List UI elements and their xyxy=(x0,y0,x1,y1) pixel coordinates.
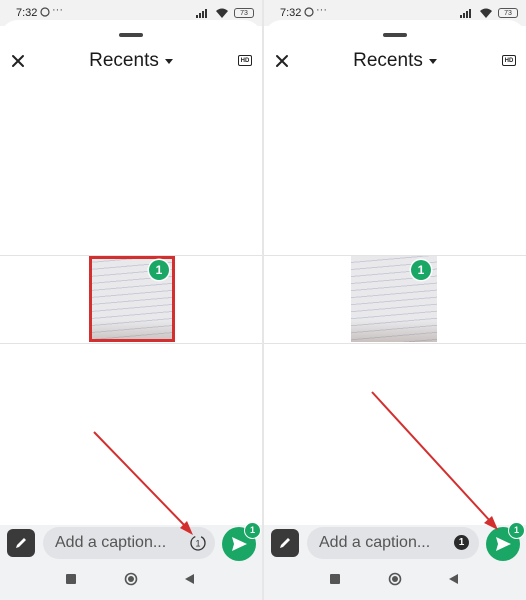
bottom-bar: 1 1 xyxy=(264,522,526,600)
square-icon[interactable] xyxy=(330,574,340,584)
selected-photo-thumbnail[interactable]: 1 xyxy=(351,256,437,342)
drag-handle[interactable] xyxy=(119,33,143,37)
pencil-icon xyxy=(16,538,26,548)
caption-field[interactable]: 1 xyxy=(307,527,479,559)
album-title: Recents xyxy=(89,50,159,71)
whatsapp-notification-icon xyxy=(304,7,314,17)
circle-icon[interactable] xyxy=(388,572,402,586)
caret-down-icon xyxy=(428,58,437,64)
caption-input[interactable] xyxy=(319,527,444,559)
screenshot-panel-right: 7:32 ··· 73 Recents HD 1 1 1 xyxy=(264,0,526,600)
bottom-bar: 1 1 xyxy=(0,522,262,600)
navigation-bar xyxy=(0,572,262,587)
screenshot-panel-left: 7:32 ··· 73 Recents HD 1 1 1 xyxy=(0,0,262,600)
caret-down-icon xyxy=(164,58,173,64)
drag-handle[interactable] xyxy=(383,33,407,37)
status-more-dots: ··· xyxy=(52,4,63,16)
album-selector[interactable]: Recents xyxy=(0,50,262,72)
circle-icon[interactable] xyxy=(124,572,138,586)
grid-row-separator xyxy=(0,343,262,344)
square-icon[interactable] xyxy=(66,574,76,584)
back-triangle-icon[interactable] xyxy=(449,574,458,584)
selection-count-badge: 1 xyxy=(411,260,431,280)
album-title: Recents xyxy=(353,50,423,71)
view-once-icon[interactable]: 1 xyxy=(454,535,469,550)
whatsapp-notification-icon xyxy=(40,7,50,17)
caption-field[interactable]: 1 xyxy=(43,527,215,559)
caption-input[interactable] xyxy=(55,527,180,559)
battery-icon: 73 xyxy=(498,8,518,18)
selected-photo-thumbnail[interactable]: 1 xyxy=(89,256,175,342)
signal-icon xyxy=(460,9,471,18)
send-button[interactable]: 1 xyxy=(486,522,525,561)
send-button[interactable]: 1 xyxy=(222,522,261,561)
album-selector[interactable]: Recents xyxy=(264,50,526,72)
battery-icon: 73 xyxy=(234,8,254,18)
view-once-icon[interactable]: 1 xyxy=(189,534,207,552)
selection-count-badge: 1 xyxy=(149,260,169,280)
status-more-dots: ··· xyxy=(316,4,327,16)
photo-shadow xyxy=(351,320,437,342)
signal-icon xyxy=(196,9,207,18)
wifi-icon xyxy=(216,8,228,18)
back-triangle-icon[interactable] xyxy=(185,574,194,584)
svg-text:1: 1 xyxy=(195,539,200,549)
status-time: 7:32 xyxy=(280,7,302,19)
edit-button[interactable] xyxy=(271,529,299,557)
grid-row-separator xyxy=(264,343,526,344)
edit-button[interactable] xyxy=(7,529,35,557)
send-count-badge: 1 xyxy=(244,522,261,539)
wifi-icon xyxy=(480,8,492,18)
pencil-icon xyxy=(280,538,290,548)
status-time: 7:32 xyxy=(16,7,38,19)
hd-icon[interactable]: HD xyxy=(502,55,516,66)
send-count-badge: 1 xyxy=(508,522,525,539)
hd-icon[interactable]: HD xyxy=(238,55,252,66)
navigation-bar xyxy=(264,572,526,587)
